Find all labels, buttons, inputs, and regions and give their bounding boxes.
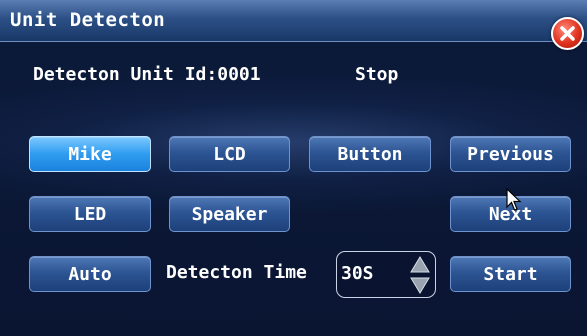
title-bar: Unit Detecton [0,0,587,42]
mike-button[interactable]: Mike [29,136,151,172]
detection-time-value: 30S [341,263,374,284]
window-title: Unit Detecton [10,9,166,31]
detection-time-label: Detecton Time [166,262,307,283]
spin-up-icon[interactable] [409,255,431,275]
led-button[interactable]: LED [29,196,151,232]
speaker-button[interactable]: Speaker [169,196,290,232]
button-test-button[interactable]: Button [309,136,431,172]
spin-down-icon[interactable] [409,275,431,295]
unit-id-label: Detecton Unit Id:0001 [33,64,261,85]
close-icon [560,26,575,41]
mouse-pointer-icon [506,188,522,211]
status-state: Stop [355,64,399,85]
previous-button[interactable]: Previous [450,136,571,172]
detection-time-spinner[interactable]: 30S [336,251,436,298]
start-button[interactable]: Start [450,256,571,292]
lcd-button[interactable]: LCD [169,136,290,172]
auto-button[interactable]: Auto [29,256,151,292]
close-button[interactable] [551,17,584,50]
